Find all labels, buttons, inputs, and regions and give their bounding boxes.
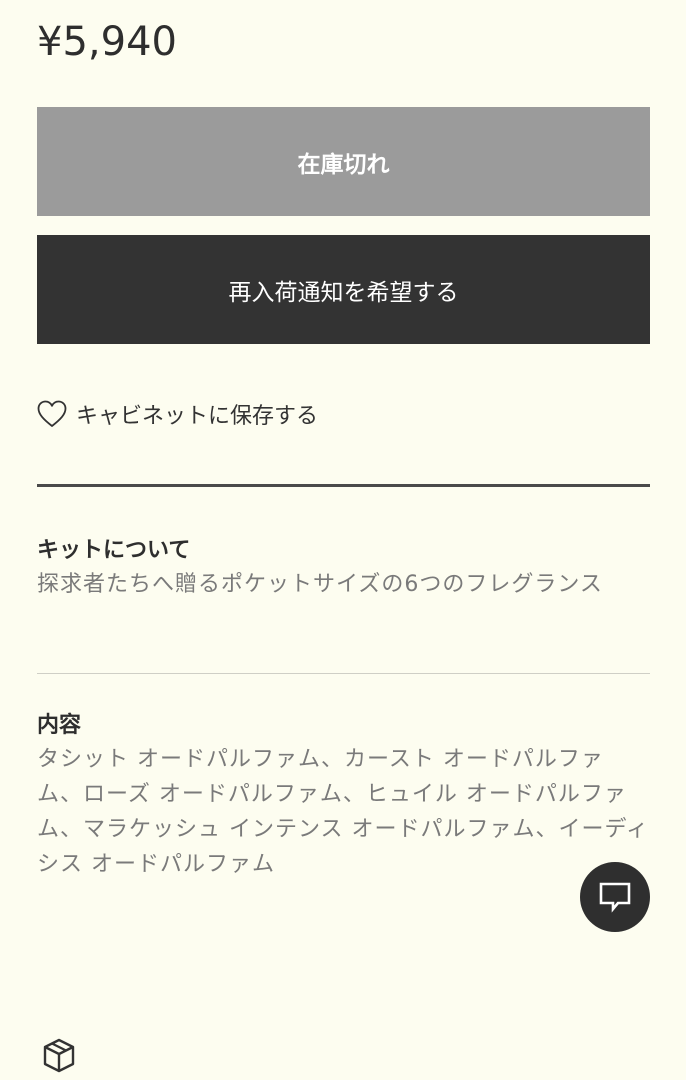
- restock-notify-button[interactable]: 再入荷通知を希望する: [37, 235, 650, 344]
- section-divider: [37, 484, 650, 487]
- section-divider-thin: [37, 673, 650, 674]
- kit-heading: キットについて: [37, 538, 191, 563]
- sold-out-button: 在庫切れ: [37, 107, 650, 216]
- restock-notify-label: 再入荷通知を希望する: [228, 279, 459, 306]
- contents-heading: 内容: [37, 713, 82, 738]
- chat-bubble-icon: [598, 881, 632, 913]
- chat-button[interactable]: [580, 862, 650, 932]
- contents-description: タシット オードパルファム、カースト オードパルファム、ローズ オードパルファム…: [37, 747, 650, 877]
- kit-description: 探求者たちへ贈るポケットサイズの6つのフレグランス: [37, 572, 603, 597]
- product-price: ¥5,940: [37, 19, 177, 65]
- sold-out-label: 在庫切れ: [297, 151, 390, 178]
- save-to-cabinet-button[interactable]: キャビネットに保存する: [37, 394, 318, 434]
- save-to-cabinet-label: キャビネットに保存する: [76, 404, 319, 429]
- package-box-icon[interactable]: [42, 1038, 76, 1074]
- heart-icon: [37, 400, 67, 428]
